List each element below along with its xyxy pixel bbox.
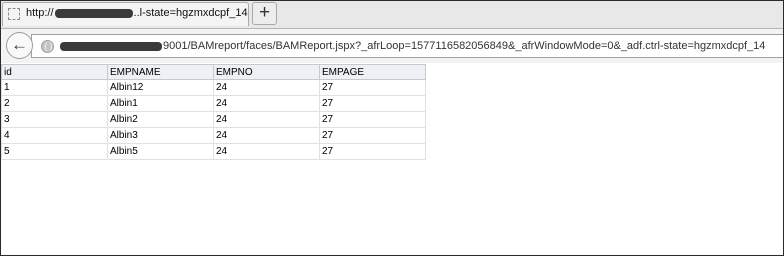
cell-empage: 27 (319, 127, 426, 144)
table-header-row: id EMPNAME EMPNO EMPAGE (1, 64, 426, 80)
browser-window: http:// ..l-state=hgzmxdcpf_14 + 9001/BAM… (0, 0, 784, 256)
page-content: id EMPNAME EMPNO EMPAGE 1 Albin12 24 27 … (1, 63, 783, 255)
table-row[interactable]: 3 Albin2 24 27 (1, 111, 426, 128)
table-row[interactable]: 2 Albin1 24 27 (1, 95, 426, 112)
cell-empage: 27 (319, 143, 426, 160)
cell-empname: Albin1 (107, 95, 214, 112)
redacted-scribble (54, 8, 133, 18)
cell-empname: Albin12 (107, 79, 214, 96)
cell-empno: 24 (213, 111, 320, 128)
browser-tab[interactable]: http:// ..l-state=hgzmxdcpf_14 (2, 2, 249, 26)
back-arrow-icon: ← (11, 35, 28, 54)
page-favicon-icon (8, 8, 20, 20)
cell-id: 3 (1, 111, 108, 128)
table-row[interactable]: 4 Albin3 24 27 (1, 127, 426, 144)
cell-empname: Albin3 (107, 127, 214, 144)
cell-empno: 24 (213, 79, 320, 96)
column-header-id[interactable]: id (1, 64, 108, 80)
cell-empno: 24 (213, 95, 320, 112)
cell-empage: 27 (319, 95, 426, 112)
cell-empage: 27 (319, 111, 426, 128)
column-header-empname[interactable]: EMPNAME (107, 64, 214, 80)
tab-strip: http:// ..l-state=hgzmxdcpf_14 + (1, 1, 783, 29)
cell-id: 2 (1, 95, 108, 112)
tab-title-prefix: http:// (26, 7, 54, 19)
cell-id: 4 (1, 127, 108, 144)
navigation-bar: 9001/BAMreport/faces/BAMReport.jspx?_afr… (1, 28, 783, 63)
cell-empname: Albin5 (107, 143, 214, 160)
address-url: 9001/BAMreport/faces/BAMReport.jspx?_afr… (163, 40, 766, 52)
cell-empname: Albin2 (107, 111, 214, 128)
table-row[interactable]: 5 Albin5 24 27 (1, 143, 426, 160)
new-tab-button[interactable]: + (252, 2, 277, 25)
address-text: 9001/BAMreport/faces/BAMReport.jspx?_afr… (60, 40, 765, 52)
redacted-host-scribble (60, 41, 162, 51)
table-row[interactable]: 1 Albin12 24 27 (1, 79, 426, 96)
cell-empno: 24 (213, 127, 320, 144)
tab-title-suffix: ..l-state=hgzmxdcpf_14 (133, 7, 248, 19)
cell-empno: 24 (213, 143, 320, 160)
globe-icon (41, 40, 54, 53)
cell-id: 1 (1, 79, 108, 96)
employee-table: id EMPNAME EMPNO EMPAGE 1 Albin12 24 27 … (1, 64, 426, 160)
cell-empage: 27 (319, 79, 426, 96)
cell-id: 5 (1, 143, 108, 160)
tab-title: http:// ..l-state=hgzmxdcpf_14 (26, 7, 248, 19)
back-button[interactable]: ← (6, 32, 33, 59)
address-bar[interactable]: 9001/BAMreport/faces/BAMReport.jspx?_afr… (31, 34, 783, 58)
column-header-empage[interactable]: EMPAGE (319, 64, 426, 80)
column-header-empno[interactable]: EMPNO (213, 64, 320, 80)
